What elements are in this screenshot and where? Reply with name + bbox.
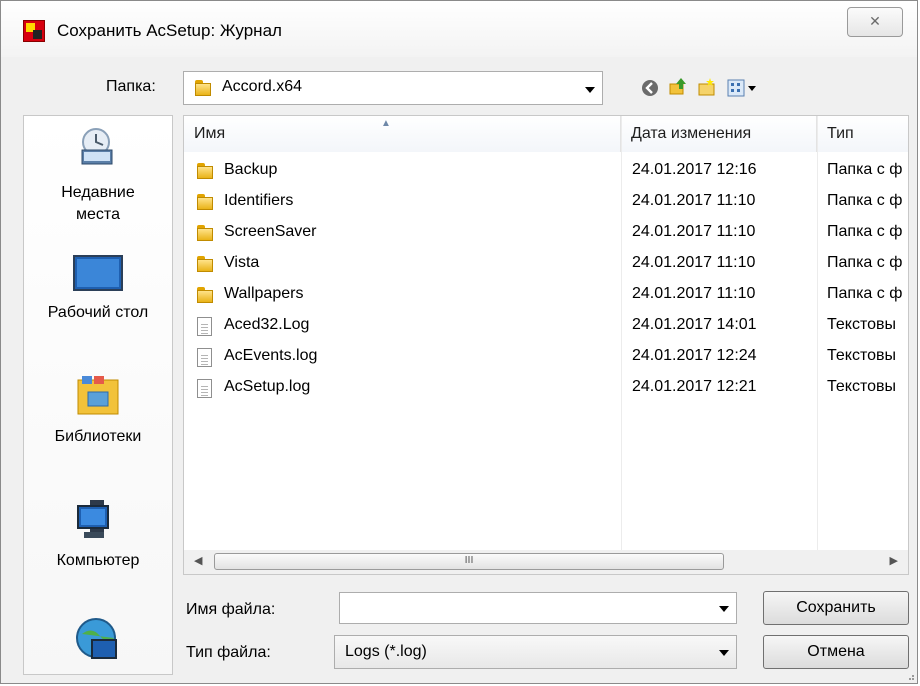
folder-icon	[196, 286, 214, 304]
scrollbar-thumb[interactable]: III	[214, 553, 724, 570]
folder-icon	[196, 224, 214, 242]
recent-places-icon	[81, 128, 113, 165]
resize-grip-icon[interactable]	[905, 671, 915, 681]
file-name: AcSetup.log	[224, 378, 311, 395]
file-row[interactable]: Identifiers 24.01.2017 11:10 Папка с ф	[184, 188, 908, 219]
up-folder-icon[interactable]	[669, 77, 687, 95]
computer-icon	[77, 500, 109, 538]
horizontal-scrollbar[interactable]: ◀ III ▶	[183, 550, 909, 575]
file-type: Текстовы	[827, 347, 896, 364]
lookin-combo[interactable]: Accord.x64	[183, 71, 603, 105]
filetype-select[interactable]: Logs (*.log)	[334, 635, 737, 669]
folder-icon	[196, 162, 214, 180]
places-bar: Недавние места Рабочий стол Библиотеки К…	[23, 115, 173, 675]
file-date: 24.01.2017 11:10	[632, 285, 756, 302]
file-date: 24.01.2017 11:10	[632, 192, 756, 209]
file-type: Папка с ф	[827, 192, 903, 209]
view-menu-icon[interactable]	[727, 79, 761, 97]
file-type: Папка с ф	[827, 223, 903, 240]
chevron-down-icon[interactable]	[719, 606, 729, 612]
app-icon	[23, 20, 45, 42]
network-icon	[76, 618, 117, 659]
close-button[interactable]: ✕	[847, 7, 903, 37]
file-row[interactable]: ScreenSaver 24.01.2017 11:10 Папка с ф	[184, 219, 908, 250]
file-date: 24.01.2017 12:16	[632, 161, 757, 178]
file-date: 24.01.2017 12:21	[632, 378, 757, 395]
save-button[interactable]: Сохранить	[763, 591, 909, 625]
file-row[interactable]: Backup 24.01.2017 12:16 Папка с ф	[184, 157, 908, 188]
column-type[interactable]: Тип	[817, 116, 908, 152]
file-name: Wallpapers	[224, 285, 304, 302]
file-name: Vista	[224, 254, 260, 271]
lookin-value: Accord.x64	[222, 78, 303, 95]
chevron-down-icon[interactable]	[719, 650, 729, 656]
file-type: Папка с ф	[827, 161, 903, 178]
file-row[interactable]: AcSetup.log 24.01.2017 12:21 Текстовы	[184, 374, 908, 405]
column-name-label: Имя	[194, 125, 226, 142]
lookin-label: Папка:	[106, 78, 156, 95]
file-name: AcEvents.log	[224, 347, 318, 364]
new-folder-icon[interactable]	[698, 78, 716, 96]
scroll-right-icon[interactable]: ▶	[890, 554, 898, 567]
file-date: 24.01.2017 11:10	[632, 223, 756, 240]
chevron-down-icon[interactable]	[585, 87, 595, 93]
file-type: Папка с ф	[827, 254, 903, 271]
text-file-icon	[197, 379, 212, 398]
scroll-left-icon[interactable]: ◀	[194, 554, 202, 567]
filetype-value: Logs (*.log)	[345, 643, 427, 660]
file-row[interactable]: AcEvents.log 24.01.2017 12:24 Текстовы	[184, 343, 908, 374]
filename-label: Имя файла:	[186, 601, 276, 618]
file-date: 24.01.2017 14:01	[632, 316, 757, 333]
text-file-icon	[197, 317, 212, 336]
file-type: Папка с ф	[827, 285, 903, 302]
file-list: Имя ▲ Дата изменения Тип Backup 24.01.20…	[183, 115, 909, 575]
file-row[interactable]: Vista 24.01.2017 11:10 Папка с ф	[184, 250, 908, 281]
filename-input[interactable]	[339, 592, 737, 624]
folder-icon	[196, 255, 214, 273]
back-icon[interactable]	[641, 79, 659, 97]
file-date: 24.01.2017 12:24	[632, 347, 757, 364]
folder-icon	[194, 79, 212, 97]
libraries-icon	[77, 376, 119, 415]
place-libraries-label: Библиотеки	[54, 428, 142, 445]
file-name: Aced32.Log	[224, 316, 310, 333]
file-type: Текстовы	[827, 378, 896, 395]
place-desktop-label: Рабочий стол	[47, 304, 149, 321]
file-name: Identifiers	[224, 192, 294, 209]
file-row[interactable]: Wallpapers 24.01.2017 11:10 Папка с ф	[184, 281, 908, 312]
title-bar: Сохранить AcSetup: Журнал ✕	[1, 1, 917, 57]
cancel-button[interactable]: Отмена	[763, 635, 909, 669]
text-file-icon	[197, 348, 212, 367]
folder-icon	[196, 193, 214, 211]
file-name: Backup	[224, 161, 278, 178]
file-date: 24.01.2017 11:10	[632, 254, 756, 271]
place-computer-label: Компьютер	[56, 552, 140, 569]
desktop-icon	[73, 255, 123, 291]
filetype-label: Тип файла:	[186, 644, 271, 661]
window-title: Сохранить AcSetup: Журнал	[57, 21, 282, 40]
save-dialog: Сохранить AcSetup: Журнал ✕ Папка: Accor…	[0, 0, 918, 684]
column-name[interactable]: Имя ▲	[184, 116, 621, 152]
sort-up-icon: ▲	[381, 118, 391, 129]
column-date[interactable]: Дата изменения	[621, 116, 817, 152]
file-type: Текстовы	[827, 316, 896, 333]
file-row[interactable]: Aced32.Log 24.01.2017 14:01 Текстовы	[184, 312, 908, 343]
place-recent-label: Недавние места	[61, 184, 135, 223]
file-name: ScreenSaver	[224, 223, 317, 240]
